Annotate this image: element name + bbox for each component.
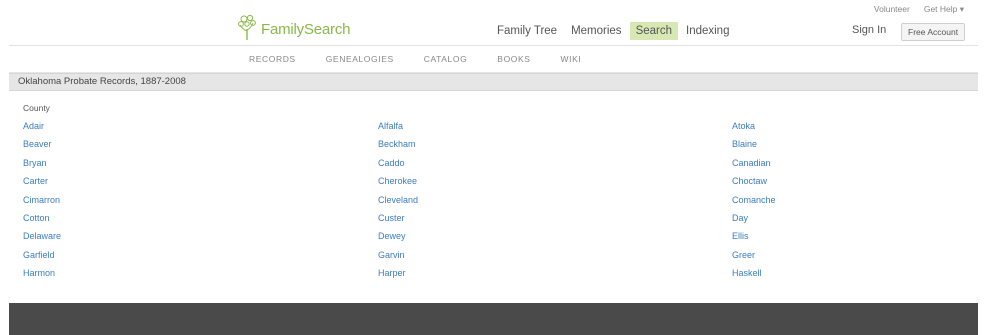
main-nav: Family Tree Memories Search Indexing	[491, 22, 737, 40]
county-link[interactable]: Garvin	[378, 250, 418, 268]
county-link[interactable]: Canadian	[732, 158, 776, 176]
subnav-records[interactable]: RECORDS	[249, 54, 296, 64]
county-column-2: Alfalfa Beckham Caddo Cherokee Cleveland…	[378, 121, 418, 287]
county-link[interactable]: Atoka	[732, 121, 776, 139]
nav-search[interactable]: Search	[629, 22, 678, 40]
county-link[interactable]: Caddo	[378, 158, 418, 176]
subnav-books[interactable]: BOOKS	[497, 54, 530, 64]
nav-indexing[interactable]: Indexing	[680, 22, 735, 40]
site-header: FamilySearch Family Tree Memories Search…	[9, 0, 978, 46]
county-link[interactable]: Delaware	[23, 231, 61, 249]
county-link[interactable]: Garfield	[23, 250, 61, 268]
county-link[interactable]: Beckham	[378, 139, 418, 157]
county-link[interactable]: Adair	[23, 121, 61, 139]
county-link[interactable]: Cherokee	[378, 176, 418, 194]
county-heading: County	[23, 103, 50, 113]
county-link[interactable]: Harmon	[23, 268, 61, 286]
county-link[interactable]: Custer	[378, 213, 418, 231]
nav-memories[interactable]: Memories	[565, 22, 627, 40]
sign-in-link[interactable]: Sign In	[852, 24, 886, 36]
site-footer	[9, 303, 978, 335]
tree-logo-icon	[236, 13, 260, 41]
county-link[interactable]: Blaine	[732, 139, 776, 157]
county-link[interactable]: Haskell	[732, 268, 776, 286]
familysearch-logo[interactable]: FamilySearch	[236, 13, 350, 41]
subnav-catalog[interactable]: CATALOG	[424, 54, 468, 64]
page-frame: FamilySearch Family Tree Memories Search…	[9, 0, 978, 335]
county-link[interactable]: Beaver	[23, 139, 61, 157]
county-link[interactable]: Choctaw	[732, 176, 776, 194]
utility-links: Volunteer Get Help ▾	[874, 4, 964, 15]
subnav-genealogies[interactable]: GENEALOGIES	[326, 54, 394, 64]
county-column-1: Adair Beaver Bryan Carter Cimarron Cotto…	[23, 121, 61, 287]
county-link[interactable]: Day	[732, 213, 776, 231]
county-link[interactable]: Cotton	[23, 213, 61, 231]
get-help-link[interactable]: Get Help ▾	[924, 4, 964, 15]
county-link[interactable]: Harper	[378, 268, 418, 286]
county-column-3: Atoka Blaine Canadian Choctaw Comanche D…	[732, 121, 776, 287]
volunteer-link[interactable]: Volunteer	[874, 4, 910, 15]
page-title: Oklahoma Probate Records, 1887-2008	[18, 76, 186, 87]
county-link[interactable]: Bryan	[23, 158, 61, 176]
free-account-button[interactable]: Free Account	[901, 23, 966, 41]
county-link[interactable]: Ellis	[732, 231, 776, 249]
county-link[interactable]: Cleveland	[378, 195, 418, 213]
logo-text: FamilySearch	[261, 21, 351, 38]
sub-nav: RECORDS GENEALOGIES CATALOG BOOKS WIKI	[9, 46, 978, 73]
subnav-wiki[interactable]: WIKI	[561, 54, 582, 64]
collection-title-bar: Oklahoma Probate Records, 1887-2008	[9, 73, 978, 91]
county-link[interactable]: Alfalfa	[378, 121, 418, 139]
nav-family-tree[interactable]: Family Tree	[491, 22, 563, 40]
county-link[interactable]: Dewey	[378, 231, 418, 249]
county-link[interactable]: Greer	[732, 250, 776, 268]
county-link[interactable]: Comanche	[732, 195, 776, 213]
county-link[interactable]: Cimarron	[23, 195, 61, 213]
county-browse-panel: County Adair Beaver Bryan Carter Cimarro…	[9, 91, 978, 303]
county-link[interactable]: Carter	[23, 176, 61, 194]
